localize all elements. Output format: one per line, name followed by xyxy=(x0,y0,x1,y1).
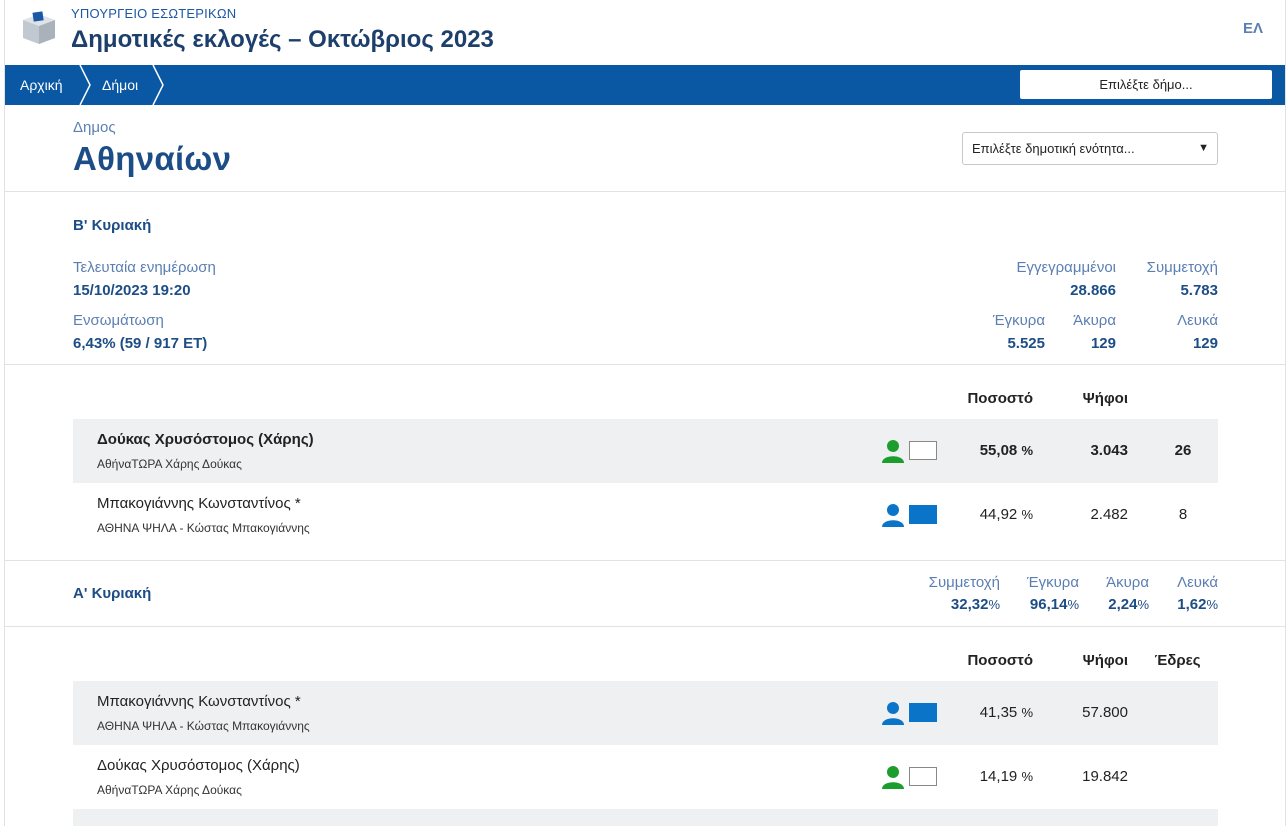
round-a-valid-value: 96,14% xyxy=(1029,596,1079,613)
integration-label: Ενσωμάτωση xyxy=(73,312,164,329)
registered-label: Εγγεγραμμένοι xyxy=(1016,259,1116,276)
chevron-right-icon xyxy=(152,65,164,105)
table-row[interactable] xyxy=(73,809,1218,826)
candidate-votes: 3.043 xyxy=(1090,442,1128,459)
candidate-party: ΑΘΗΝΑ ΨΗΛΑ - Κώστας Μπακογιάννης xyxy=(97,719,310,733)
candidate-name: Δούκας Χρυσόστομος (Χάρης) xyxy=(97,431,314,448)
col-votes-header: Ψήφοι xyxy=(1082,652,1128,669)
invalid-value: 129 xyxy=(1090,335,1116,352)
candidate-party: ΑΘΗΝΑ ΨΗΛΑ - Κώστας Μπακογιάννης xyxy=(97,521,310,535)
page-frame: ΥΠΟΥΡΓΕΙΟ ΕΣΩΤΕΡΙΚΩΝ Δημοτικές εκλογές –… xyxy=(4,0,1286,826)
integration-value: 6,43% (59 / 917 ΕΤ) xyxy=(73,335,208,352)
divider xyxy=(5,191,1285,192)
page-title: Αθηναίων xyxy=(73,140,232,177)
blank-label: Λευκά xyxy=(1177,312,1218,329)
table-row[interactable]: Δούκας Χρυσόστομος (Χάρης) ΑθήναΤΩΡΑ Χάρ… xyxy=(73,419,1218,483)
candidate-percent: 41,35 % xyxy=(979,704,1033,721)
chevron-down-icon: ▼ xyxy=(1198,142,1209,154)
divider xyxy=(5,626,1285,627)
table-row[interactable]: Μπακογιάννης Κωνσταντίνος * ΑΘΗΝΑ ΨΗΛΑ -… xyxy=(73,483,1218,547)
person-icon xyxy=(882,702,904,725)
divider xyxy=(5,560,1285,561)
ministry-name: ΥΠΟΥΡΓΕΙΟ ΕΣΩΤΕΡΙΚΩΝ xyxy=(71,6,237,21)
valid-value: 5.525 xyxy=(1007,335,1045,352)
candidate-seats: 26 xyxy=(1174,442,1192,459)
round-a-invalid-value: 2,24% xyxy=(1108,596,1149,613)
round-a-title: Α' Κυριακή xyxy=(73,585,152,602)
person-icon xyxy=(882,504,904,527)
round-a-turnout-value: 32,32% xyxy=(950,596,1000,613)
candidate-votes: 57.800 xyxy=(1082,704,1128,721)
party-color-swatch xyxy=(909,505,937,524)
candidate-percent: 55,08 % xyxy=(979,442,1033,459)
col-seats-header: Έδρες xyxy=(1154,652,1201,669)
col-votes-header: Ψήφοι xyxy=(1082,390,1128,407)
invalid-label: Άκυρα xyxy=(1073,312,1116,329)
candidate-votes: 2.482 xyxy=(1090,506,1128,523)
breadcrumb: Αρχική Δήμοι Επιλέξτε δήμο... xyxy=(5,65,1285,105)
round-a-turnout-label: Συμμετοχή xyxy=(928,574,1000,591)
party-color-swatch xyxy=(909,703,937,722)
chevron-right-icon xyxy=(79,65,91,105)
round-a-valid-label: Έγκυρα xyxy=(1026,574,1079,591)
blank-value: 129 xyxy=(1192,335,1218,352)
candidate-seats: 8 xyxy=(1178,506,1188,523)
candidate-votes: 19.842 xyxy=(1082,768,1128,785)
candidate-party: ΑθήναΤΩΡΑ Χάρης Δούκας xyxy=(97,457,242,471)
round-a-blank-value: 1,62% xyxy=(1177,596,1218,613)
candidate-name: Μπακογιάννης Κωνσταντίνος * xyxy=(97,495,301,512)
language-switch[interactable]: ΕΛ xyxy=(1243,20,1263,37)
party-color-swatch xyxy=(909,767,937,786)
col-percent-header: Ποσοστό xyxy=(967,390,1033,407)
turnout-label: Συμμετοχή xyxy=(1146,259,1218,276)
municipality-label: Δημος xyxy=(73,119,116,136)
candidate-party: ΑθήναΤΩΡΑ Χάρης Δούκας xyxy=(97,783,242,797)
ballot-box-icon xyxy=(23,11,55,44)
municipality-select[interactable]: Επιλέξτε δήμο... xyxy=(1020,70,1272,99)
person-icon xyxy=(882,766,904,789)
last-update-value: 15/10/2023 19:20 xyxy=(73,282,191,299)
candidate-name: Μπακογιάννης Κωνσταντίνος * xyxy=(97,693,301,710)
candidate-percent: 14,19 % xyxy=(979,768,1033,785)
col-percent-header: Ποσοστό xyxy=(967,652,1033,669)
round-a-invalid-label: Άκυρα xyxy=(1106,574,1149,591)
breadcrumb-home[interactable]: Αρχική xyxy=(20,65,63,105)
table-row[interactable]: Δούκας Χρυσόστομος (Χάρης) ΑθήναΤΩΡΑ Χάρ… xyxy=(73,745,1218,809)
round-a-blank-label: Λευκά xyxy=(1177,574,1218,591)
turnout-value: 5.783 xyxy=(1180,282,1218,299)
candidate-percent: 44,92 % xyxy=(979,506,1033,523)
valid-label: Έγκυρα xyxy=(992,312,1045,329)
table-row[interactable]: Μπακογιάννης Κωνσταντίνος * ΑΘΗΝΑ ΨΗΛΑ -… xyxy=(73,681,1218,745)
registered-value: 28.866 xyxy=(1070,282,1116,299)
party-color-swatch xyxy=(909,441,937,460)
last-update-label: Τελευταία ενημέρωση xyxy=(73,259,216,276)
municipal-unit-select[interactable]: Επιλέξτε δημοτική ενότητα... ▼ xyxy=(962,132,1218,165)
site-header: ΥΠΟΥΡΓΕΙΟ ΕΣΩΤΕΡΙΚΩΝ Δημοτικές εκλογές –… xyxy=(5,0,1285,65)
candidate-name: Δούκας Χρυσόστομος (Χάρης) xyxy=(97,757,300,774)
round-b-title: Β' Κυριακή xyxy=(73,217,152,234)
breadcrumb-municipalities[interactable]: Δήμοι xyxy=(102,65,138,105)
person-icon xyxy=(882,440,904,463)
site-title[interactable]: Δημοτικές εκλογές – Οκτώβριος 2023 xyxy=(71,26,494,54)
municipal-unit-select-value: Επιλέξτε δημοτική ενότητα... xyxy=(972,141,1135,156)
divider xyxy=(5,364,1285,365)
